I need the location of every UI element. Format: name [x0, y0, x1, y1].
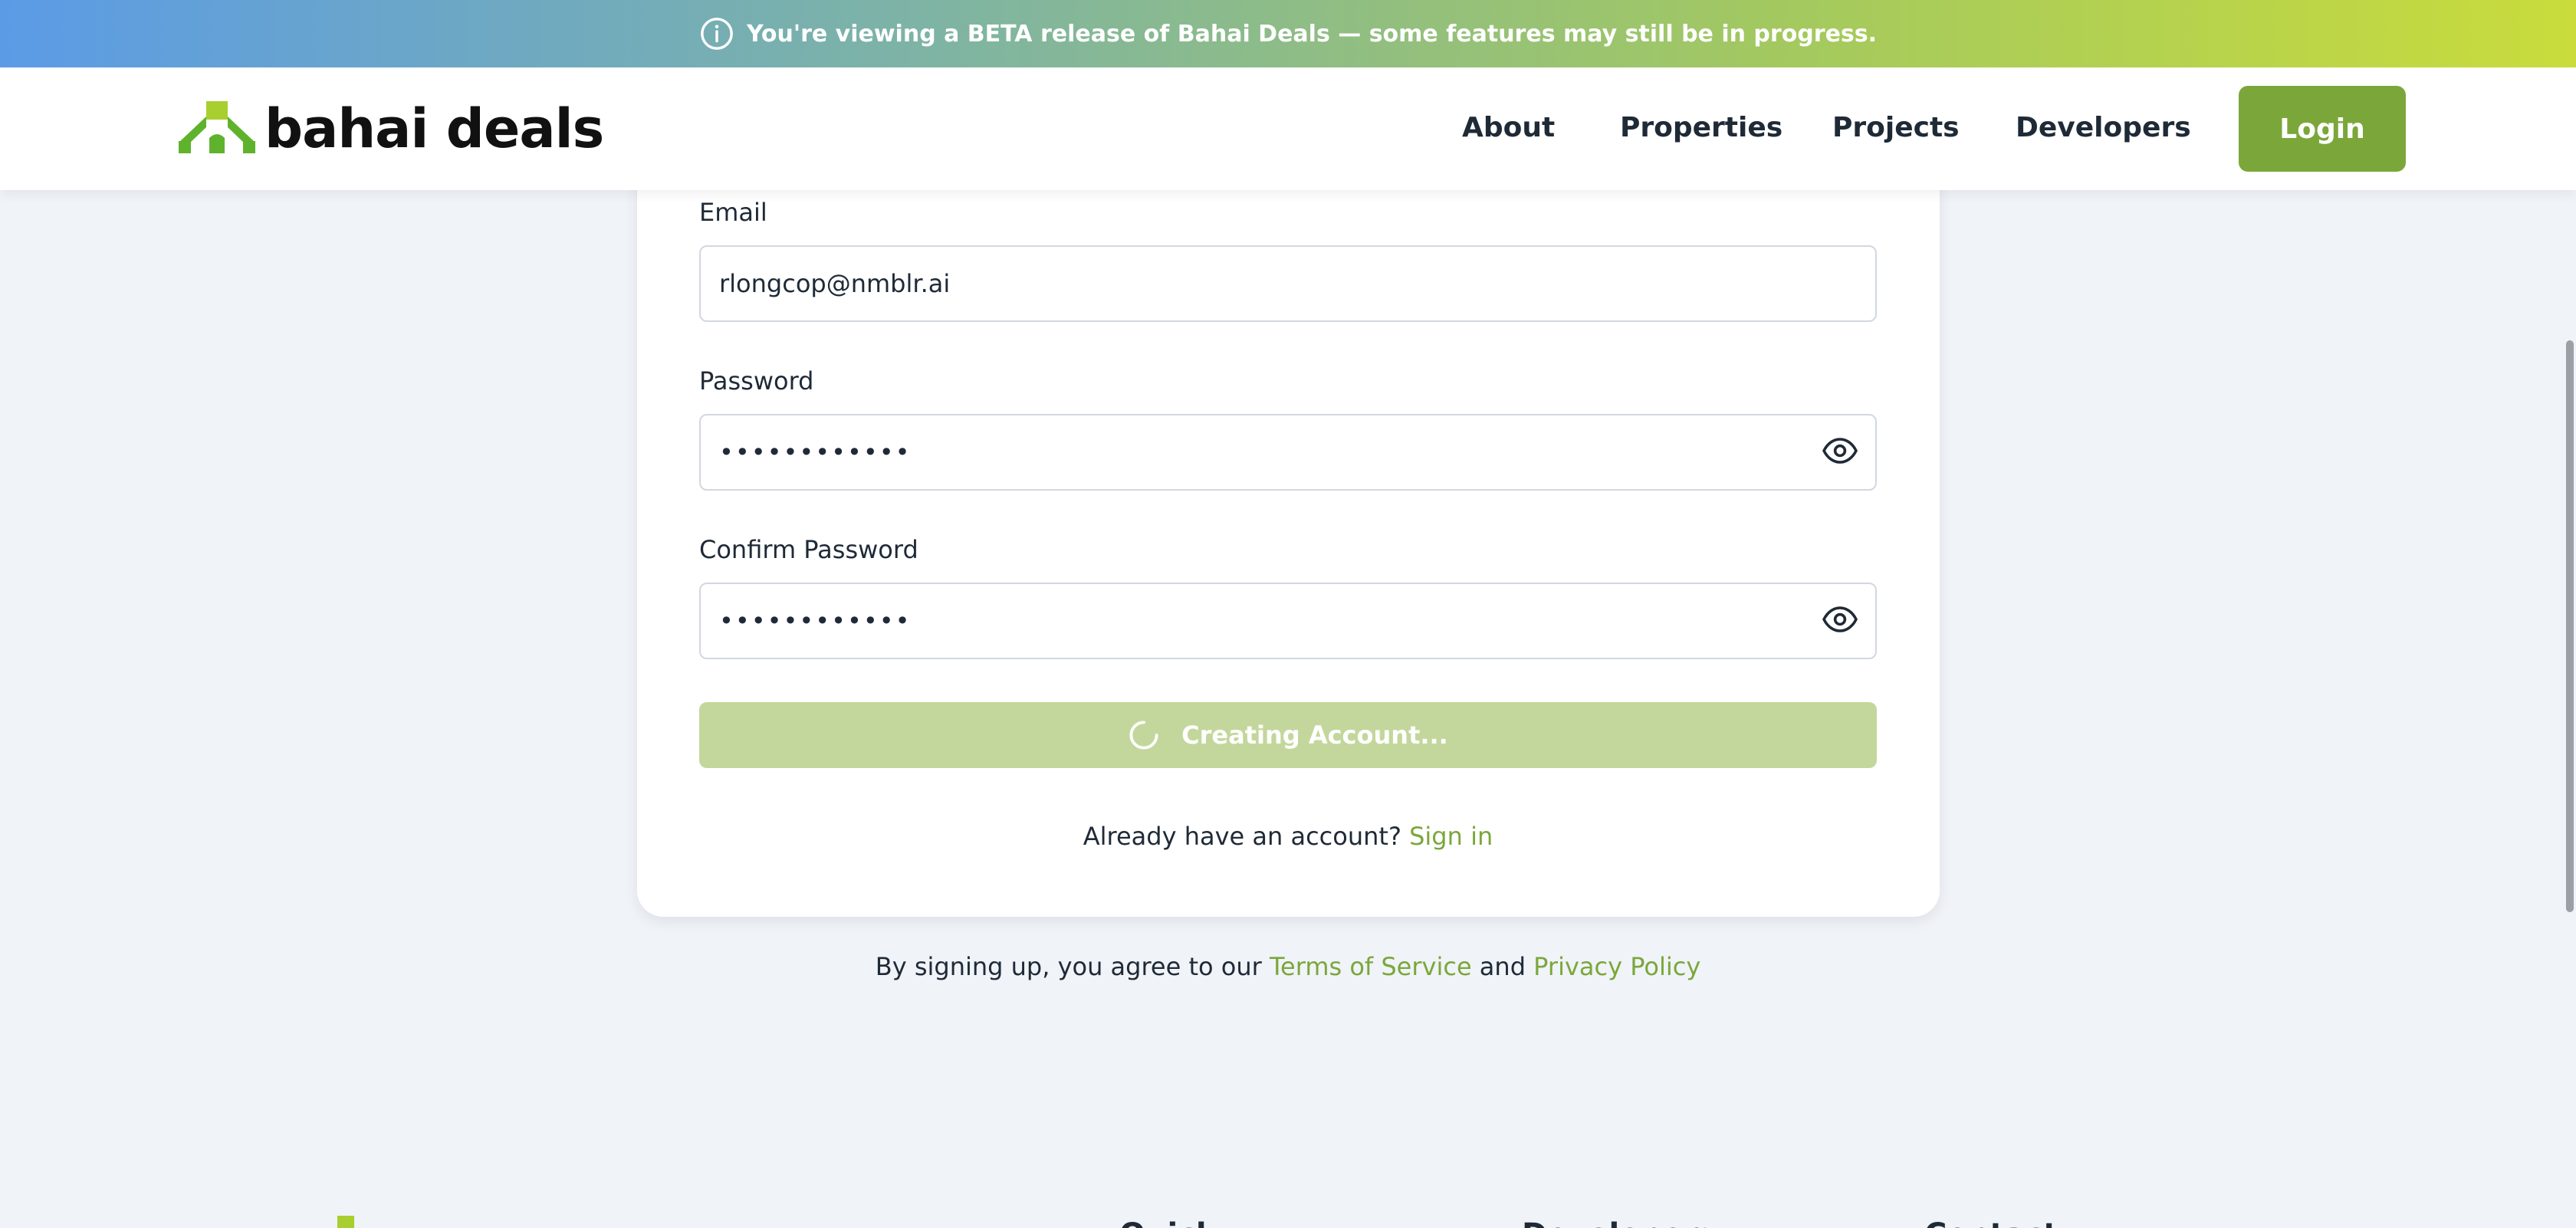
eye-icon[interactable]	[1822, 601, 1858, 638]
password-label: Password	[699, 366, 814, 396]
terms-link[interactable]: Terms of Service	[1270, 952, 1472, 981]
nav-developers[interactable]: Developers	[2016, 112, 2191, 143]
footer-heading-contact: Contact Us	[1924, 1216, 2108, 1228]
legal-line: By signing up, you agree to our Terms of…	[0, 952, 2576, 981]
signup-card	[637, 115, 1940, 917]
footer-heading-quick-links: Quick Links	[1119, 1216, 1288, 1228]
confirm-password-label: Confirm Password	[699, 535, 918, 564]
footer-heading-developers: Developers	[1522, 1216, 1706, 1228]
email-field[interactable]	[699, 245, 1877, 322]
footer-logo	[337, 1216, 354, 1228]
create-account-label: Creating Account...	[1181, 721, 1448, 750]
login-button[interactable]: Login	[2239, 86, 2406, 172]
eye-icon[interactable]	[1822, 432, 1858, 469]
beta-banner-text: You're viewing a BETA release of Bahai D…	[746, 20, 1878, 48]
house-logo-icon	[179, 101, 255, 153]
signin-link[interactable]: Sign in	[1409, 822, 1493, 851]
spinner-icon	[1129, 721, 1158, 750]
email-label: Email	[699, 198, 767, 227]
signin-prompt-line: Already have an account? Sign in	[0, 822, 2576, 851]
beta-banner: You're viewing a BETA release of Bahai D…	[0, 0, 2576, 67]
signin-prompt: Already have an account?	[1083, 822, 1401, 851]
scrollbar-thumb[interactable]	[2566, 340, 2574, 912]
scrollbar[interactable]	[2562, 190, 2576, 1228]
password-field[interactable]	[699, 414, 1877, 491]
logo-text: bahai deals	[264, 97, 604, 160]
legal-prefix: By signing up, you agree to our	[875, 952, 1262, 981]
confirm-password-field[interactable]	[699, 583, 1877, 659]
nav-about[interactable]: About	[1462, 112, 1555, 143]
create-account-button[interactable]: Creating Account...	[699, 702, 1877, 768]
nav-projects[interactable]: Projects	[1832, 112, 1960, 143]
legal-and: and	[1479, 952, 1526, 981]
info-icon	[701, 18, 733, 50]
privacy-link[interactable]: Privacy Policy	[1533, 952, 1700, 981]
navbar: bahai deals About Properties Projects De…	[0, 67, 2576, 190]
logo[interactable]: bahai deals	[179, 97, 604, 160]
nav-properties[interactable]: Properties	[1620, 112, 1783, 143]
